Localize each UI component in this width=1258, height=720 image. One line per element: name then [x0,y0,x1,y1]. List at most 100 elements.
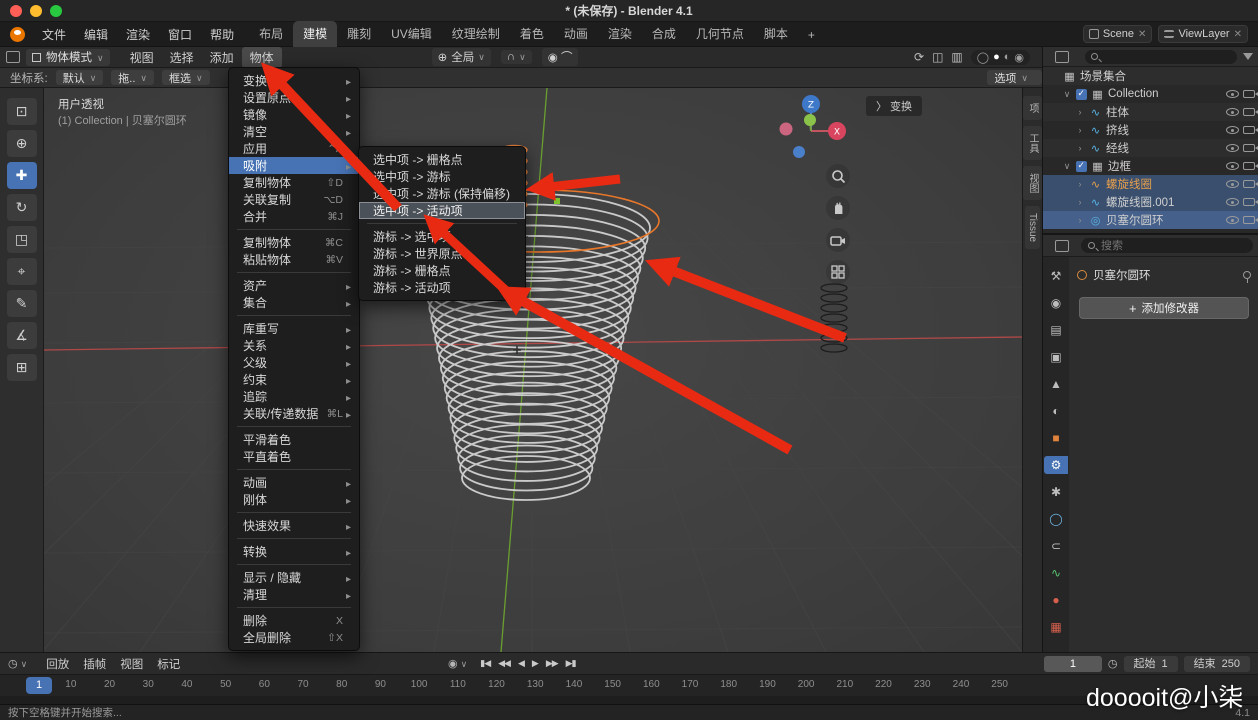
collection-checkbox[interactable] [1076,89,1087,100]
playhead[interactable]: 1 [26,677,52,694]
outliner-search[interactable] [1085,50,1237,64]
unlink-scene-icon[interactable]: ✕ [1138,29,1146,40]
toggle-xray-icon[interactable]: ▥ [951,50,962,64]
object-menu-item[interactable]: 刚体 [229,491,359,508]
workspace-tab-rendering[interactable]: 渲染 [598,21,642,47]
pin-icon[interactable] [1243,271,1251,279]
tool-add-cube-button[interactable]: ⊞ [7,354,37,381]
properties-tab-material[interactable]: ● [1044,591,1068,609]
view-layer-selector[interactable]: ViewLayer ✕ [1158,25,1248,43]
object-menu-item[interactable]: 快速效果 [229,517,359,534]
outliner-row[interactable]: › ∿ 经线 [1043,139,1258,157]
sidebar-tab-tool[interactable]: 工具 [1023,126,1042,160]
object-menu-item[interactable]: 动画 [229,474,359,491]
shading-solid-icon[interactable]: ● [993,51,1000,64]
object-menu-item[interactable]: 应用 ⌃A [229,140,359,157]
eye-icon[interactable] [1226,108,1239,116]
tool-cursor-button[interactable]: ⊕ [7,130,37,157]
transform-panel-tab[interactable]: 〉 变换 [866,96,922,116]
expand-icon[interactable]: › [1075,107,1085,117]
object-menu-item[interactable]: 复制物体 ⇧D [229,174,359,191]
next-keyframe-button[interactable]: ▶▶ [542,656,562,671]
sidebar-tab-tissue[interactable]: Tissue [1025,206,1040,249]
camera-render-icon[interactable] [1243,216,1255,224]
menu-help[interactable]: 帮助 [201,23,243,46]
show-gizmo-icon[interactable]: ⟳ [914,50,924,64]
object-menu-item[interactable] [237,272,351,273]
expand-icon[interactable]: ∨ [1062,89,1072,100]
eye-icon[interactable] [1226,144,1239,152]
camera-view-icon[interactable] [826,228,850,252]
jump-to-end-button[interactable]: ▶▮ [562,656,580,671]
snap-menu-item[interactable]: 选中项 -> 活动项 [359,202,525,219]
view-menu[interactable]: 视图 [122,47,162,68]
object-menu-item[interactable]: 粘贴物体 ⌘V [229,251,359,268]
eye-icon[interactable] [1226,180,1239,188]
frame-end-field[interactable]: 结束 250 [1184,656,1250,672]
snap-menu-item[interactable]: 选中项 -> 游标 [359,168,525,185]
sidebar-tab-item[interactable]: 项 [1023,96,1042,120]
workspace-tab-sculpting[interactable]: 雕刻 [337,21,381,47]
object-menu-item[interactable]: 约束 [229,371,359,388]
prev-keyframe-button[interactable]: ◀◀ [494,656,514,671]
properties-tab-constraints[interactable]: ⊂ [1044,537,1068,555]
expand-icon[interactable]: › [1075,215,1085,225]
playback-menu[interactable]: 回放 [39,654,76,674]
eye-icon[interactable] [1226,162,1239,170]
properties-tab-view-layer[interactable]: ▣ [1044,348,1068,366]
proportional-editing-icon[interactable]: ◉ ⌒ [542,48,579,66]
mode-dropdown[interactable]: 物体模式 [26,49,110,66]
drag-mode-dropdown[interactable]: 拖.. [111,70,154,85]
tool-measure-button[interactable]: ∡ [7,322,37,349]
object-menu-item[interactable] [237,538,351,539]
show-overlays-icon[interactable]: ◫ [932,50,943,64]
object-menu-item[interactable]: 资产 [229,277,359,294]
menu-file[interactable]: 文件 [33,23,75,46]
outliner-row[interactable]: › ◎ 贝塞尔圆环 [1043,211,1258,229]
transform-orientation-dropdown[interactable]: ⊕ 全局 [432,48,491,66]
workspace-tab-compositing[interactable]: 合成 [642,21,686,47]
eye-icon[interactable] [1226,90,1239,98]
properties-search-input[interactable] [1081,238,1253,253]
object-menu-item[interactable] [237,469,351,470]
object-menu-item[interactable]: 关系 [229,337,359,354]
properties-editor-type-icon[interactable] [1055,240,1069,252]
object-menu-item[interactable]: 追踪 [229,388,359,405]
object-menu-item[interactable] [237,229,351,230]
snap-menu-item[interactable] [367,223,517,224]
object-menu-item[interactable]: 关联复制 ⌥D [229,191,359,208]
outliner-row[interactable]: ∨ ▦ Collection [1043,85,1258,103]
object-menu-item[interactable]: 平滑着色 [229,431,359,448]
play-button[interactable]: ▶ [528,656,542,671]
collection-checkbox[interactable] [1076,161,1087,172]
object-menu-item[interactable]: 合并 ⌘J [229,208,359,225]
toggle-orthographic-icon[interactable] [826,260,850,284]
keying-menu[interactable]: 插帧 [76,654,113,674]
expand-icon[interactable]: › [1075,125,1085,135]
properties-tab-particles[interactable]: ✱ [1044,483,1068,501]
marker-menu[interactable]: 标记 [150,654,187,674]
shading-wireframe-icon[interactable]: ◯ [977,51,989,64]
camera-render-icon[interactable] [1243,144,1255,152]
jump-to-start-button[interactable]: ▮◀ [476,656,494,671]
object-menu-item[interactable]: 全局删除 ⇧X [229,629,359,646]
menu-edit[interactable]: 编辑 [75,23,117,46]
snap-menu-item[interactable]: 游标 -> 活动项 [359,279,525,296]
editor-type-icon[interactable] [6,51,20,63]
object-menu-item[interactable] [237,315,351,316]
workspace-tab-modeling[interactable]: 建模 [293,21,337,47]
blender-logo-icon[interactable] [10,27,25,42]
properties-tab-output[interactable]: ▤ [1044,321,1068,339]
object-menu-button[interactable]: 物体 [242,47,282,68]
select-box-mode-dropdown[interactable]: 框选 [162,70,210,85]
eye-icon[interactable] [1226,126,1239,134]
snap-menu-item[interactable]: 游标 -> 栅格点 [359,262,525,279]
3d-viewport[interactable]: Z X 用户透视 (1) Collection | 贝塞尔圆环 〉 变换 [44,88,1022,652]
camera-render-icon[interactable] [1243,180,1255,188]
snap-menu-item[interactable]: 选中项 -> 游标 (保持偏移) [359,185,525,202]
zoom-icon[interactable] [826,164,850,188]
object-menu-item[interactable]: 镜像 [229,106,359,123]
view-menu-timeline[interactable]: 视图 [113,654,150,674]
tool-move-button[interactable]: ✚ [7,162,37,189]
snapping-magnet-icon[interactable]: ∩ [501,50,532,64]
